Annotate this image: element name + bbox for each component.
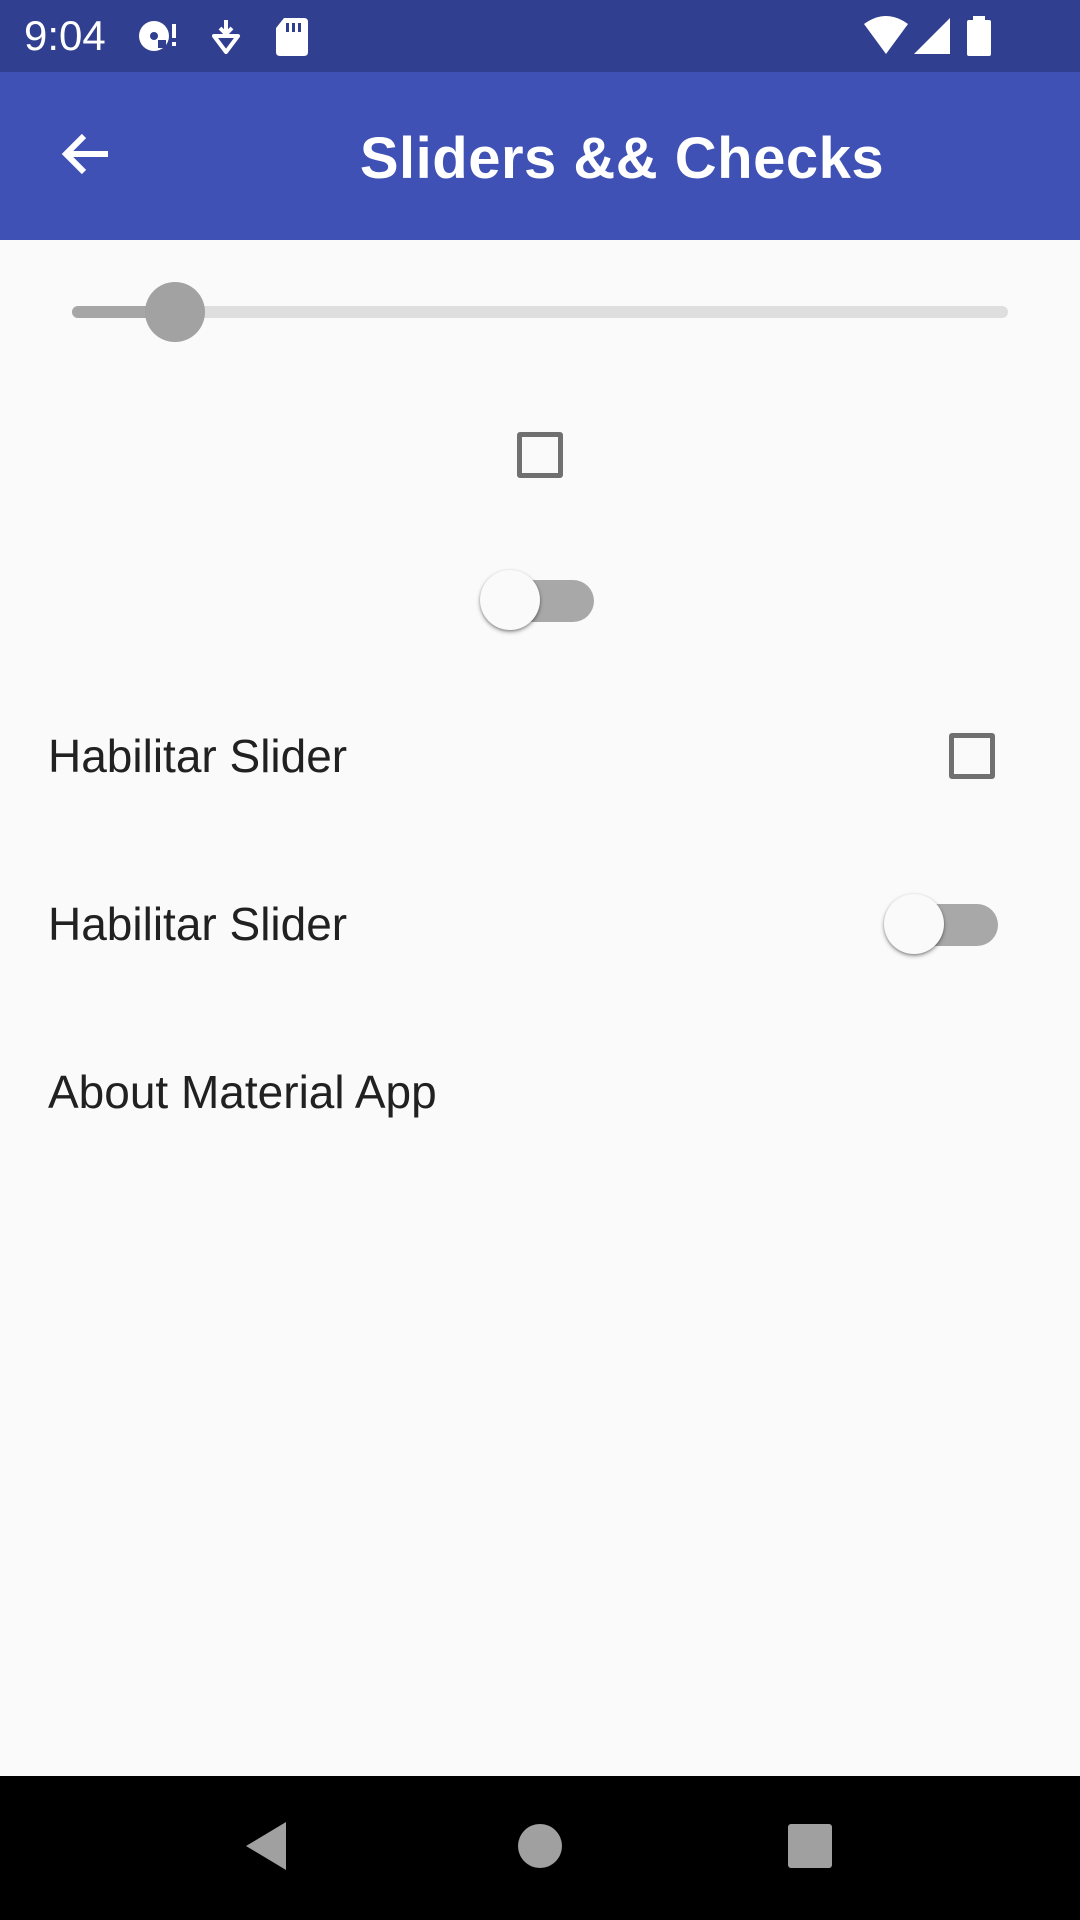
download-shield-icon	[204, 14, 248, 58]
back-triangle-icon	[240, 1818, 296, 1879]
value-slider[interactable]	[72, 282, 1008, 342]
enable-slider-switch-row[interactable]: Habilitar Slider	[0, 840, 1080, 1008]
nav-home-button[interactable]	[500, 1808, 580, 1888]
nav-back-button[interactable]	[228, 1808, 308, 1888]
sd-card-icon	[270, 14, 314, 58]
slider-thumb[interactable]	[145, 282, 205, 342]
row-label: Habilitar Slider	[48, 898, 348, 950]
nav-recents-button[interactable]	[770, 1808, 850, 1888]
battery-icon	[964, 14, 994, 58]
enable-slider-checkbox[interactable]	[949, 733, 995, 779]
status-bar: 9:04	[0, 0, 1080, 72]
status-time: 9:04	[24, 12, 106, 59]
enable-slider-checkbox-row[interactable]: Habilitar Slider	[0, 672, 1080, 840]
wifi-icon	[862, 14, 910, 58]
page-title: Sliders && Checks	[359, 126, 885, 191]
cellular-signal-icon	[910, 14, 954, 58]
standalone-checkbox[interactable]	[517, 432, 563, 478]
app-bar: Sliders && Checks	[0, 72, 1080, 240]
navigation-bar	[0, 1776, 1080, 1920]
about-label: About Material App	[48, 1066, 437, 1118]
row-label: Habilitar Slider	[48, 730, 348, 782]
slider-track	[72, 306, 1008, 318]
home-circle-icon	[512, 1818, 568, 1879]
about-row[interactable]: About Material App	[0, 1008, 1080, 1176]
screen: 9:04 Sliders && Checks Habilitar Slider …	[0, 0, 1080, 1920]
disc-alert-icon	[136, 14, 180, 58]
switch-thumb	[480, 570, 540, 630]
standalone-switch[interactable]	[480, 568, 600, 632]
recents-square-icon	[782, 1818, 838, 1879]
switch-thumb	[884, 894, 944, 954]
enable-slider-switch[interactable]	[884, 892, 1004, 956]
